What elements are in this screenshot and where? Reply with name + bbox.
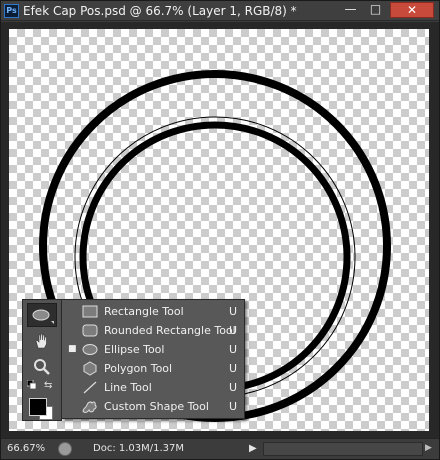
scroll-right-arrow[interactable]: ▶ <box>425 443 432 453</box>
tools-panel: ⇆ <box>22 299 62 421</box>
line-tool-icon <box>83 381 97 394</box>
hand-tool-icon <box>35 333 47 349</box>
zoom-tool-icon <box>34 359 50 375</box>
menu-item-label: Polygon Tool <box>104 362 173 375</box>
menu-item-label: Rounded Rectangle Tool <box>104 324 236 337</box>
ellipse-tool-icon <box>82 344 98 355</box>
swap-colors-icon[interactable]: ⇆ <box>44 380 58 392</box>
hand-tool-button[interactable] <box>32 331 52 351</box>
selected-bullet <box>68 363 76 373</box>
menu-item-line-tool[interactable]: Line Tool U <box>62 378 244 397</box>
menu-item-shortcut: U <box>229 362 238 375</box>
default-colors-icon[interactable] <box>27 380 36 389</box>
shape-tools-flyout-menu: Rectangle Tool U Rounded Rectangle Tool … <box>61 299 245 419</box>
status-menu-arrow[interactable]: ▶ <box>249 443 259 455</box>
title-bar[interactable]: Ps Efek Cap Pos.psd @ 66.7% (Layer 1, RG… <box>1 1 439 21</box>
custom-shape-tool-icon <box>82 401 97 413</box>
selected-bullet: ■ <box>68 344 77 354</box>
selected-bullet <box>68 325 76 335</box>
rounded-rectangle-tool-icon <box>82 324 98 337</box>
zoom-level-field[interactable]: 66.67% <box>7 443 45 454</box>
menu-item-label: Rectangle Tool <box>104 305 184 318</box>
menu-item-custom-shape-tool[interactable]: Custom Shape Tool U <box>62 397 244 416</box>
status-info-icon[interactable] <box>58 442 72 456</box>
photoshop-app-icon: Ps <box>4 4 19 18</box>
selected-bullet <box>68 382 76 392</box>
polygon-tool-icon <box>83 361 97 376</box>
zoom-tool-button[interactable] <box>32 357 52 377</box>
rectangle-tool-icon <box>82 305 98 318</box>
menu-item-rounded-rectangle-tool[interactable]: Rounded Rectangle Tool U <box>62 321 244 340</box>
menu-item-label: Line Tool <box>104 381 152 394</box>
close-button[interactable]: ✕ <box>390 2 434 18</box>
menu-item-shortcut: U <box>229 324 238 337</box>
ellipse-tool-button[interactable] <box>27 303 57 327</box>
menu-item-shortcut: U <box>229 305 238 318</box>
document-size-info: Doc: 1.03M/1.37M <box>93 443 185 454</box>
minimize-button[interactable]: — <box>339 2 362 18</box>
menu-item-shortcut: U <box>229 343 238 356</box>
window-title: Efek Cap Pos.psd @ 66.7% (Layer 1, RGB/8… <box>23 4 297 18</box>
menu-item-rectangle-tool[interactable]: Rectangle Tool U <box>62 302 244 321</box>
menu-item-label: Custom Shape Tool <box>104 400 209 413</box>
status-bar: 66.67% Doc: 1.03M/1.37M ▶ ▶ <box>1 438 439 459</box>
maximize-button[interactable]: □ <box>364 2 387 18</box>
photoshop-document-window: Ps Efek Cap Pos.psd @ 66.7% (Layer 1, RG… <box>0 0 440 460</box>
selected-bullet <box>68 306 76 316</box>
menu-item-shortcut: U <box>229 381 238 394</box>
color-swatches: ⇆ <box>27 380 61 420</box>
menu-item-shortcut: U <box>229 400 238 413</box>
menu-item-polygon-tool[interactable]: Polygon Tool U <box>62 359 244 378</box>
menu-item-label: Ellipse Tool <box>104 343 165 356</box>
menu-item-ellipse-tool[interactable]: ■ Ellipse Tool U <box>62 340 244 359</box>
foreground-color-swatch[interactable] <box>29 398 47 416</box>
horizontal-scrollbar[interactable] <box>263 442 423 456</box>
ellipse-tool-icon <box>32 309 54 324</box>
selected-bullet <box>68 401 76 411</box>
